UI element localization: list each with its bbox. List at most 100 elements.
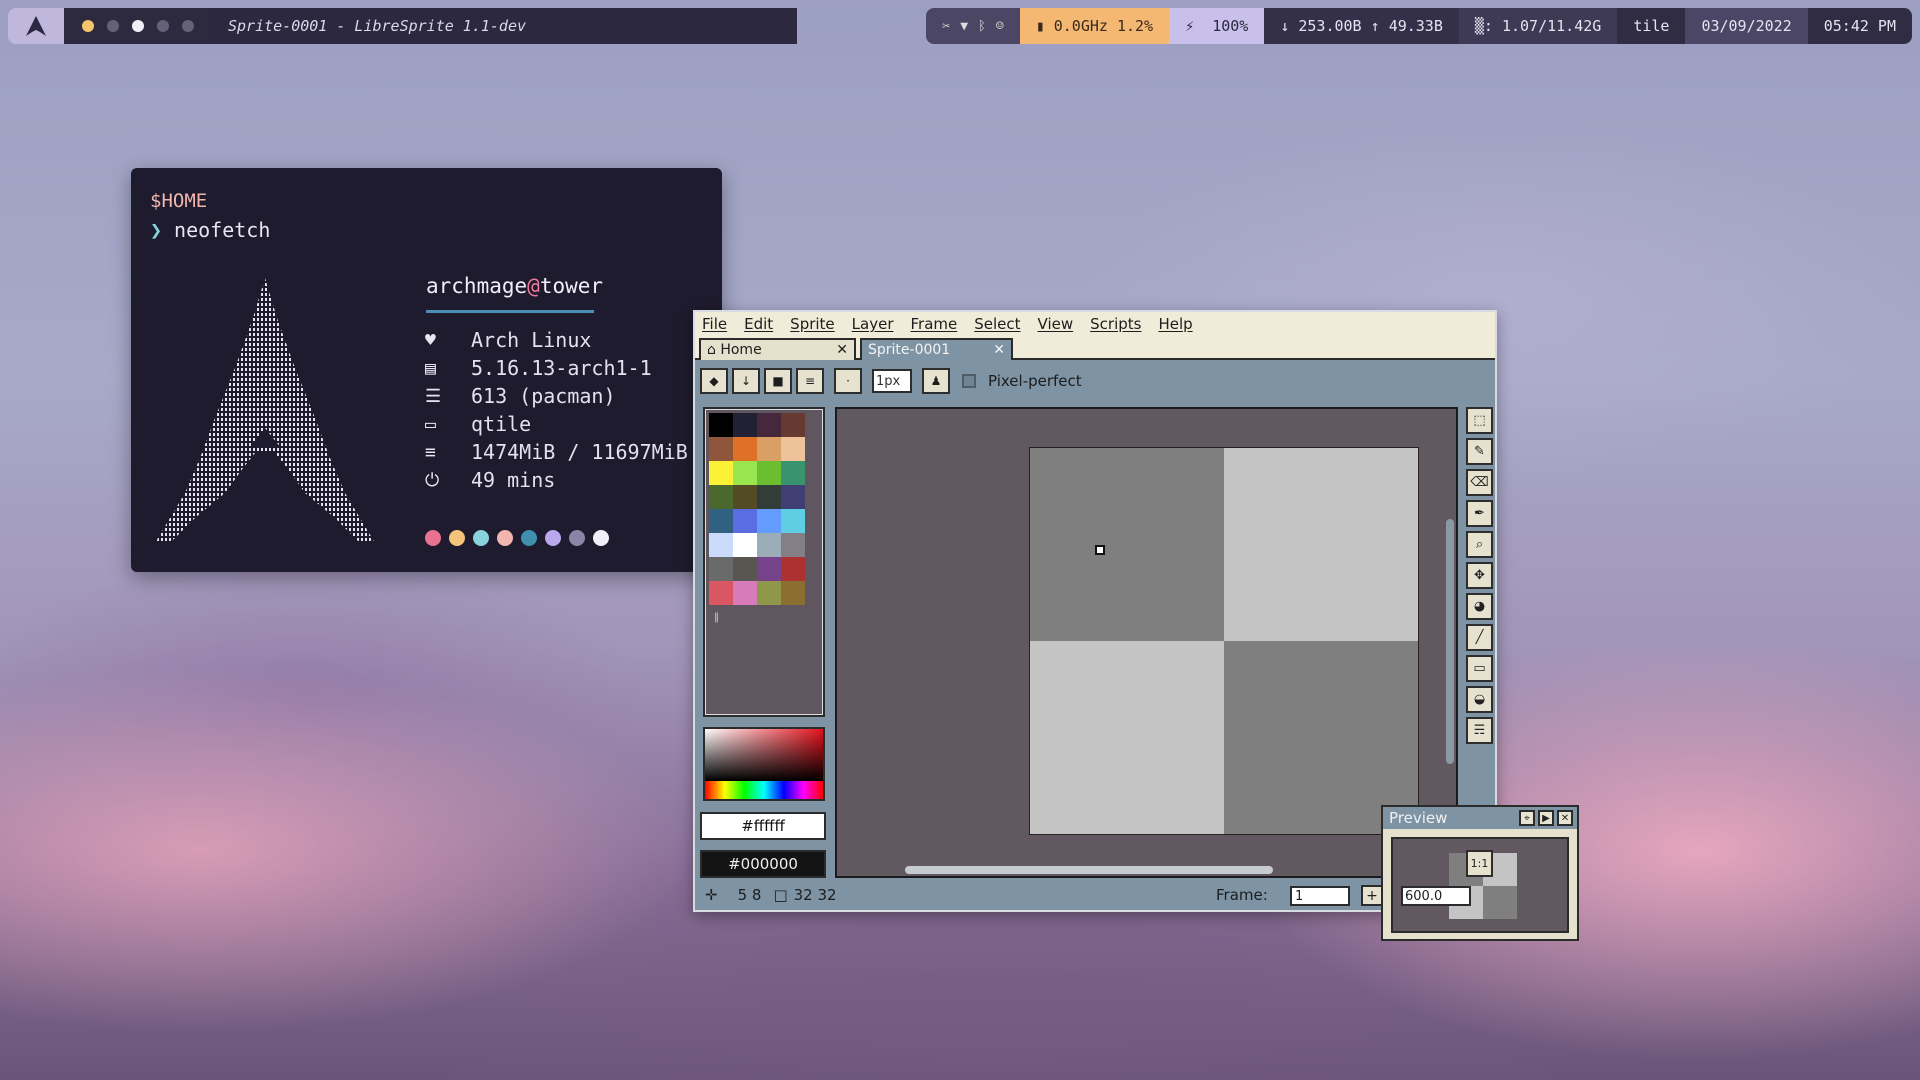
palette-swatch[interactable] bbox=[781, 557, 805, 581]
workspace-2[interactable] bbox=[107, 20, 119, 32]
libresprite-window[interactable]: File Edit Sprite Layer Frame Select View… bbox=[693, 310, 1579, 941]
menu-layer[interactable]: Layer bbox=[852, 315, 894, 333]
palette-swatch[interactable] bbox=[757, 461, 781, 485]
add-frame-button[interactable]: + bbox=[1361, 885, 1383, 906]
layout-widget[interactable]: tile bbox=[1617, 8, 1686, 44]
palette-swatch[interactable] bbox=[757, 437, 781, 461]
palette-swatch[interactable] bbox=[733, 461, 757, 485]
palette-swatch[interactable] bbox=[757, 533, 781, 557]
menu-select[interactable]: Select bbox=[974, 315, 1020, 333]
menu-view[interactable]: View bbox=[1038, 315, 1074, 333]
palette-swatch[interactable] bbox=[733, 557, 757, 581]
palette-swatch[interactable] bbox=[733, 437, 757, 461]
hostname: tower bbox=[539, 274, 604, 298]
eraser-icon[interactable]: ⌫ bbox=[1466, 469, 1493, 496]
brush-dot-icon[interactable]: · bbox=[834, 368, 862, 394]
palette-swatch[interactable] bbox=[709, 557, 733, 581]
palette-swatch[interactable] bbox=[757, 509, 781, 533]
zoom-1-1-button[interactable]: 1:1 bbox=[1466, 850, 1493, 877]
palette-swatch[interactable] bbox=[709, 485, 733, 509]
palette-swatch[interactable] bbox=[733, 413, 757, 437]
brush-lines-icon[interactable]: ≡ bbox=[796, 368, 824, 394]
horizontal-scrollbar[interactable] bbox=[905, 866, 1273, 874]
menu-sprite[interactable]: Sprite bbox=[790, 315, 835, 333]
foreground-color[interactable]: #ffffff bbox=[700, 812, 826, 840]
move-icon[interactable]: ✥ bbox=[1466, 562, 1493, 589]
menu-scripts[interactable]: Scripts bbox=[1090, 315, 1141, 333]
frame-field[interactable]: 1 bbox=[1290, 886, 1350, 906]
palette-swatch[interactable] bbox=[781, 485, 805, 509]
rectangle-icon[interactable]: ▭ bbox=[1466, 655, 1493, 682]
play-icon[interactable]: ▶ bbox=[1538, 810, 1554, 826]
palette-resize-icon[interactable]: ‖ bbox=[714, 612, 719, 623]
color-picker[interactable] bbox=[703, 727, 825, 801]
brush-down-icon[interactable]: ↓ bbox=[732, 368, 760, 394]
palette-swatch[interactable] bbox=[781, 461, 805, 485]
line-icon[interactable]: ╱ bbox=[1466, 624, 1493, 651]
sprite-canvas[interactable] bbox=[1029, 447, 1419, 835]
paperclip-icon[interactable]: ✂ bbox=[942, 19, 950, 34]
palette-swatch[interactable] bbox=[709, 413, 733, 437]
palette-swatch[interactable] bbox=[733, 509, 757, 533]
workspace-3[interactable] bbox=[132, 20, 144, 32]
palette-swatch[interactable] bbox=[757, 557, 781, 581]
discord-icon[interactable]: ☺ bbox=[996, 19, 1004, 34]
background-color[interactable]: #000000 bbox=[700, 850, 826, 878]
palette-swatch[interactable] bbox=[781, 413, 805, 437]
center-icon[interactable]: ⌖ bbox=[1519, 810, 1535, 826]
pencil-icon[interactable]: ✎ bbox=[1466, 438, 1493, 465]
palette-swatch[interactable] bbox=[733, 485, 757, 509]
palette-swatch[interactable] bbox=[733, 581, 757, 605]
menu-edit[interactable]: Edit bbox=[744, 315, 773, 333]
workspace-4[interactable] bbox=[157, 20, 169, 32]
palette-swatch[interactable] bbox=[781, 437, 805, 461]
brush-square-icon[interactable]: ■ bbox=[764, 368, 792, 394]
blur-icon[interactable]: ☴ bbox=[1466, 717, 1493, 744]
tab-home[interactable]: ⌂ Home ✕ bbox=[699, 338, 856, 360]
close-icon[interactable]: ✕ bbox=[836, 342, 848, 358]
palette-swatch[interactable] bbox=[709, 533, 733, 557]
pixel-perfect-checkbox[interactable] bbox=[962, 374, 976, 388]
memory-icon: ≡ bbox=[425, 441, 436, 463]
brush-type-icon[interactable]: ◆ bbox=[700, 368, 728, 394]
zoom-field[interactable]: 600.0 bbox=[1401, 886, 1471, 906]
eyedropper-icon[interactable]: ✒ bbox=[1466, 500, 1493, 527]
workspace-5[interactable] bbox=[182, 20, 194, 32]
marquee-icon[interactable]: ⬚ bbox=[1466, 407, 1493, 434]
palette-swatch[interactable] bbox=[709, 461, 733, 485]
palette-swatch[interactable] bbox=[781, 533, 805, 557]
brush-size-field[interactable]: 1px bbox=[872, 369, 912, 393]
palette-swatch[interactable] bbox=[757, 413, 781, 437]
contour-icon[interactable]: ◒ bbox=[1466, 686, 1493, 713]
info-kernel: ▤ 5.16.13-arch1-1 bbox=[425, 354, 688, 382]
menu-help[interactable]: Help bbox=[1158, 315, 1192, 333]
menu-file[interactable]: File bbox=[702, 315, 727, 333]
arch-logo-icon[interactable] bbox=[8, 8, 64, 44]
saturation-value-area[interactable] bbox=[705, 729, 823, 781]
checker-cell bbox=[1030, 641, 1224, 834]
editor-canvas[interactable]: Preview ⌖ ▶ ✕ bbox=[835, 407, 1579, 941]
menu-frame[interactable]: Frame bbox=[911, 315, 958, 333]
close-icon[interactable]: ✕ bbox=[993, 342, 1005, 358]
palette-swatch[interactable] bbox=[709, 437, 733, 461]
hue-slider[interactable] bbox=[705, 781, 823, 799]
bucket-icon[interactable]: ◕ bbox=[1466, 593, 1493, 620]
palette-swatch[interactable] bbox=[757, 581, 781, 605]
workspace-1[interactable] bbox=[82, 20, 94, 32]
palette-swatch[interactable] bbox=[709, 581, 733, 605]
palette-swatch[interactable] bbox=[757, 485, 781, 509]
tab-sprite[interactable]: Sprite-0001 ✕ bbox=[860, 338, 1013, 360]
zoom-icon[interactable]: ⌕ bbox=[1466, 531, 1493, 558]
color-dot bbox=[569, 530, 585, 546]
ink-icon[interactable]: ♟ bbox=[922, 368, 950, 394]
prompt-chevron-icon: ❯ bbox=[150, 218, 163, 242]
palette-swatch[interactable] bbox=[733, 533, 757, 557]
close-icon[interactable]: ✕ bbox=[1557, 810, 1573, 826]
palette-swatch[interactable] bbox=[781, 509, 805, 533]
vertical-scrollbar[interactable] bbox=[1446, 519, 1454, 764]
wifi-icon[interactable]: ▼ bbox=[960, 19, 968, 34]
palette-swatch[interactable] bbox=[781, 581, 805, 605]
palette-swatch[interactable] bbox=[709, 509, 733, 533]
bluetooth-icon[interactable]: ᛒ bbox=[978, 19, 986, 34]
terminal-window[interactable]: $HOME ❯ neofetch archmage@tower ♥ Arch Lin… bbox=[131, 168, 722, 572]
